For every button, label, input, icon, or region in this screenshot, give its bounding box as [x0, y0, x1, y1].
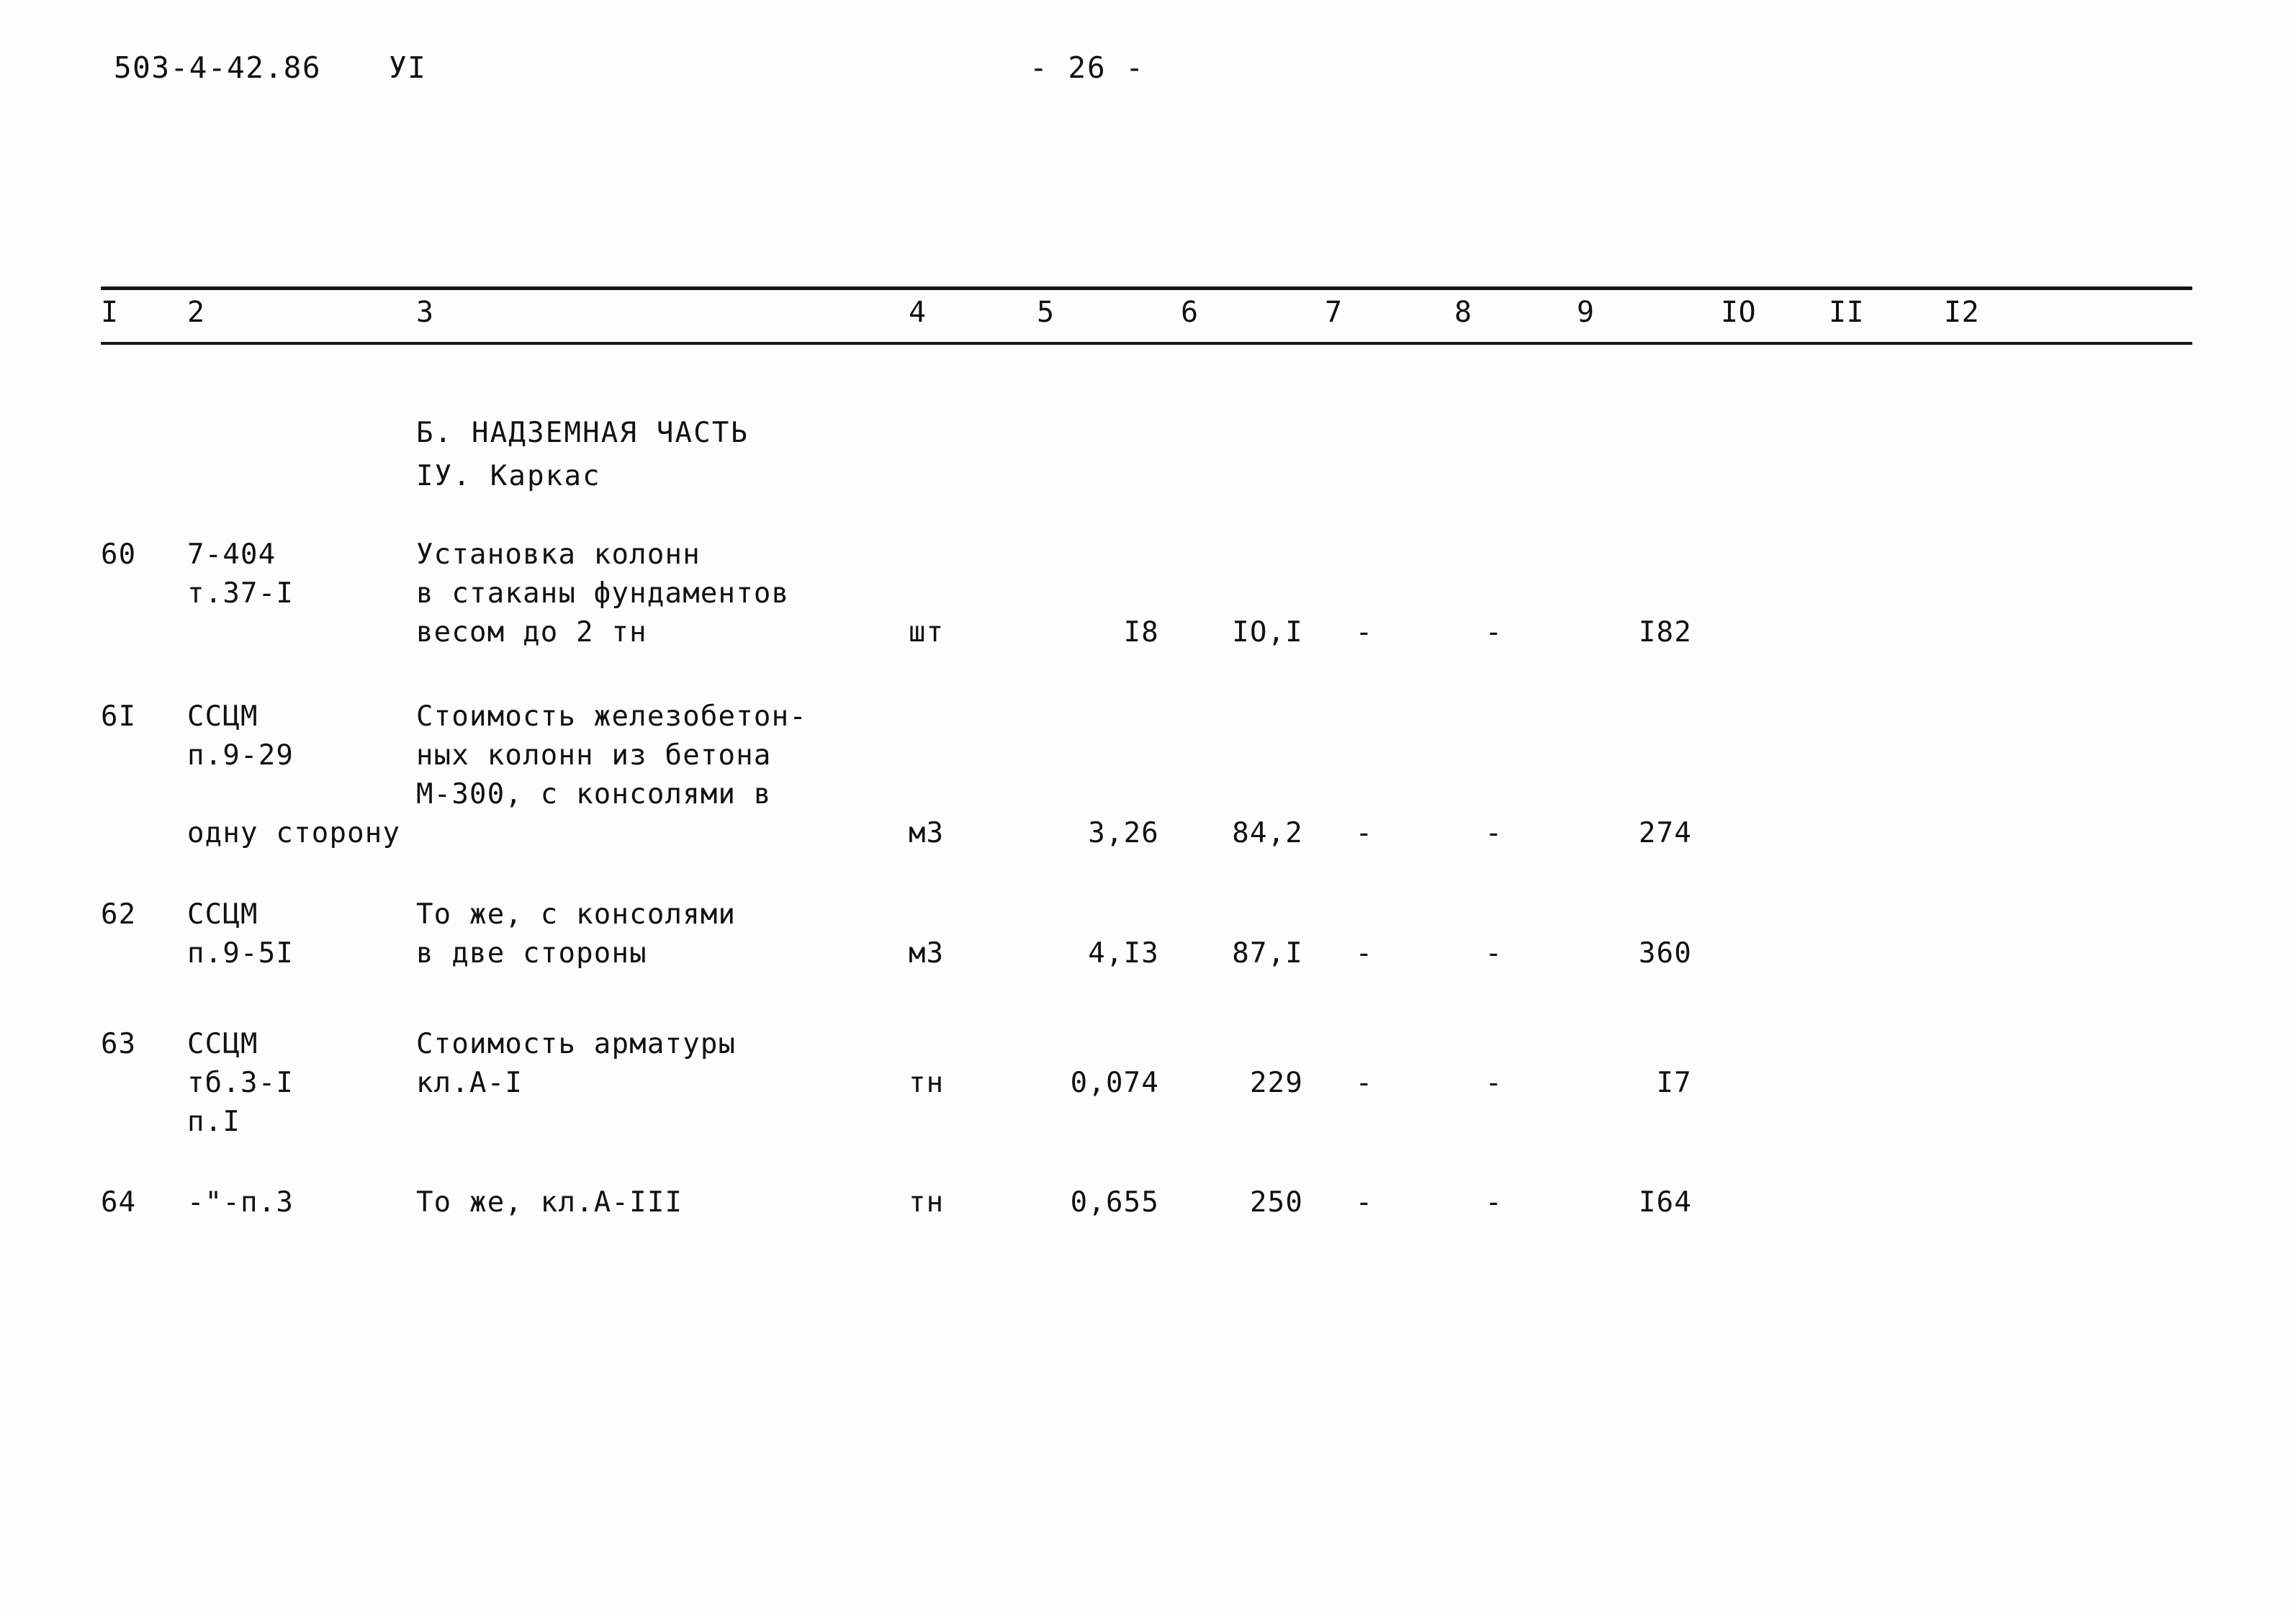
- column-header-11: II: [1829, 296, 1865, 329]
- row-number: 60: [101, 538, 137, 571]
- row-unit: шт: [909, 616, 945, 649]
- row-description-line: весом до 2 тн: [416, 616, 647, 649]
- page-number: - 26 -: [1030, 50, 1145, 85]
- row-unit-price: 250: [1249, 1186, 1303, 1219]
- volume-label: УI: [389, 50, 427, 85]
- row-col9: I7: [1656, 1067, 1692, 1099]
- row-code-line: ССЦМ: [187, 898, 258, 931]
- row-col7: -: [1355, 937, 1374, 970]
- row-code-line: п.I: [187, 1106, 241, 1138]
- row-description-line: Стоимость арматуры: [416, 1028, 737, 1060]
- row-col9: I82: [1638, 616, 1692, 649]
- estimate-table: I 2 3 4 5 6 7 8 9 IO II I2 Б. НАДЗЕМНАЯ ЧАСТЬ IУ. Ка…: [101, 286, 2192, 1468]
- row-unit: тн: [909, 1067, 945, 1099]
- row-number: 64: [101, 1186, 137, 1219]
- row-col9: I64: [1638, 1186, 1692, 1219]
- row-col8: -: [1485, 1186, 1503, 1219]
- row-description-line: То же, кл.А-III: [416, 1186, 683, 1219]
- column-header-5: 5: [1037, 296, 1055, 329]
- column-header-3: 3: [416, 296, 434, 329]
- row-quantity: 4,I3: [1088, 937, 1159, 970]
- row-col8: -: [1485, 1067, 1503, 1099]
- column-header-12: I2: [1944, 296, 1980, 329]
- column-header-10: IO: [1721, 296, 1757, 329]
- row-col8: -: [1485, 616, 1503, 649]
- row-quantity: I8: [1123, 616, 1159, 649]
- column-header-9: 9: [1577, 296, 1595, 329]
- column-header-7: 7: [1325, 296, 1343, 329]
- row-number: 63: [101, 1028, 137, 1060]
- row-unit-price: 84,2: [1232, 817, 1303, 849]
- row-col8: -: [1485, 817, 1503, 849]
- row-unit-price: 229: [1249, 1067, 1303, 1099]
- column-header-6: 6: [1181, 296, 1199, 329]
- row-quantity: 0,655: [1070, 1186, 1159, 1219]
- row-col7: -: [1355, 1186, 1374, 1219]
- row-description-line: М-300, с консолями в: [416, 778, 772, 811]
- row-code-line: ССЦМ: [187, 1028, 258, 1060]
- column-header-2: 2: [187, 296, 205, 329]
- row-code-line: т.37-I: [187, 577, 294, 610]
- row-quantity: 3,26: [1088, 817, 1159, 849]
- row-unit: м3: [909, 937, 945, 970]
- row-description-line: Установка колонн: [416, 538, 701, 571]
- column-header-4: 4: [909, 296, 927, 329]
- row-code-line: 7-404: [187, 538, 276, 571]
- column-header-8: 8: [1454, 296, 1472, 329]
- row-description-line: в две стороны: [416, 937, 647, 970]
- row-description-line: кл.А-I: [416, 1067, 523, 1099]
- row-quantity: 0,074: [1070, 1067, 1159, 1099]
- row-col8: -: [1485, 937, 1503, 970]
- document-page: 503-4-42.86 УI - 26 - I 2 3 4 5 6 7 8 9 IO II I2 Б.…: [0, 0, 2296, 1616]
- row-description-line: ных колонн из бетона: [416, 739, 772, 772]
- row-description-overflow: одну сторону: [187, 817, 401, 849]
- row-description-line: То же, с консолями: [416, 898, 737, 931]
- document-code: 503-4-42.86: [114, 50, 322, 85]
- row-unit-price: 87,I: [1232, 937, 1303, 970]
- row-unit: м3: [909, 817, 945, 849]
- row-number: 6I: [101, 700, 137, 733]
- table-column-header-row: I 2 3 4 5 6 7 8 9 IO II I2: [101, 290, 2192, 342]
- table-body: Б. НАДЗЕМНАЯ ЧАСТЬ IУ. Каркас 60 7-404 т.37-…: [101, 345, 2192, 1468]
- row-number: 62: [101, 898, 137, 931]
- row-code-line: п.9-5I: [187, 937, 294, 970]
- row-code-line: -"-п.3: [187, 1186, 294, 1219]
- column-header-1: I: [101, 296, 119, 329]
- document-header: 503-4-42.86 УI - 26 -: [0, 50, 2296, 101]
- row-col7: -: [1355, 616, 1374, 649]
- section-title-1: Б. НАДЗЕМНАЯ ЧАСТЬ: [416, 417, 749, 449]
- row-code-line: тб.3-I: [187, 1067, 294, 1099]
- row-description-line: Стоимость железобетон-: [416, 700, 807, 733]
- section-title-2: IУ. Каркас: [416, 460, 601, 492]
- row-code-line: ССЦМ: [187, 700, 258, 733]
- row-col9: 274: [1638, 817, 1692, 849]
- row-col9: 360: [1638, 937, 1692, 970]
- row-col7: -: [1355, 1067, 1374, 1099]
- row-description-line: в стаканы фундаментов: [416, 577, 790, 610]
- row-unit-price: IO,I: [1232, 616, 1303, 649]
- row-col7: -: [1355, 817, 1374, 849]
- row-code-line: п.9-29: [187, 739, 294, 772]
- row-unit: тн: [909, 1186, 945, 1219]
